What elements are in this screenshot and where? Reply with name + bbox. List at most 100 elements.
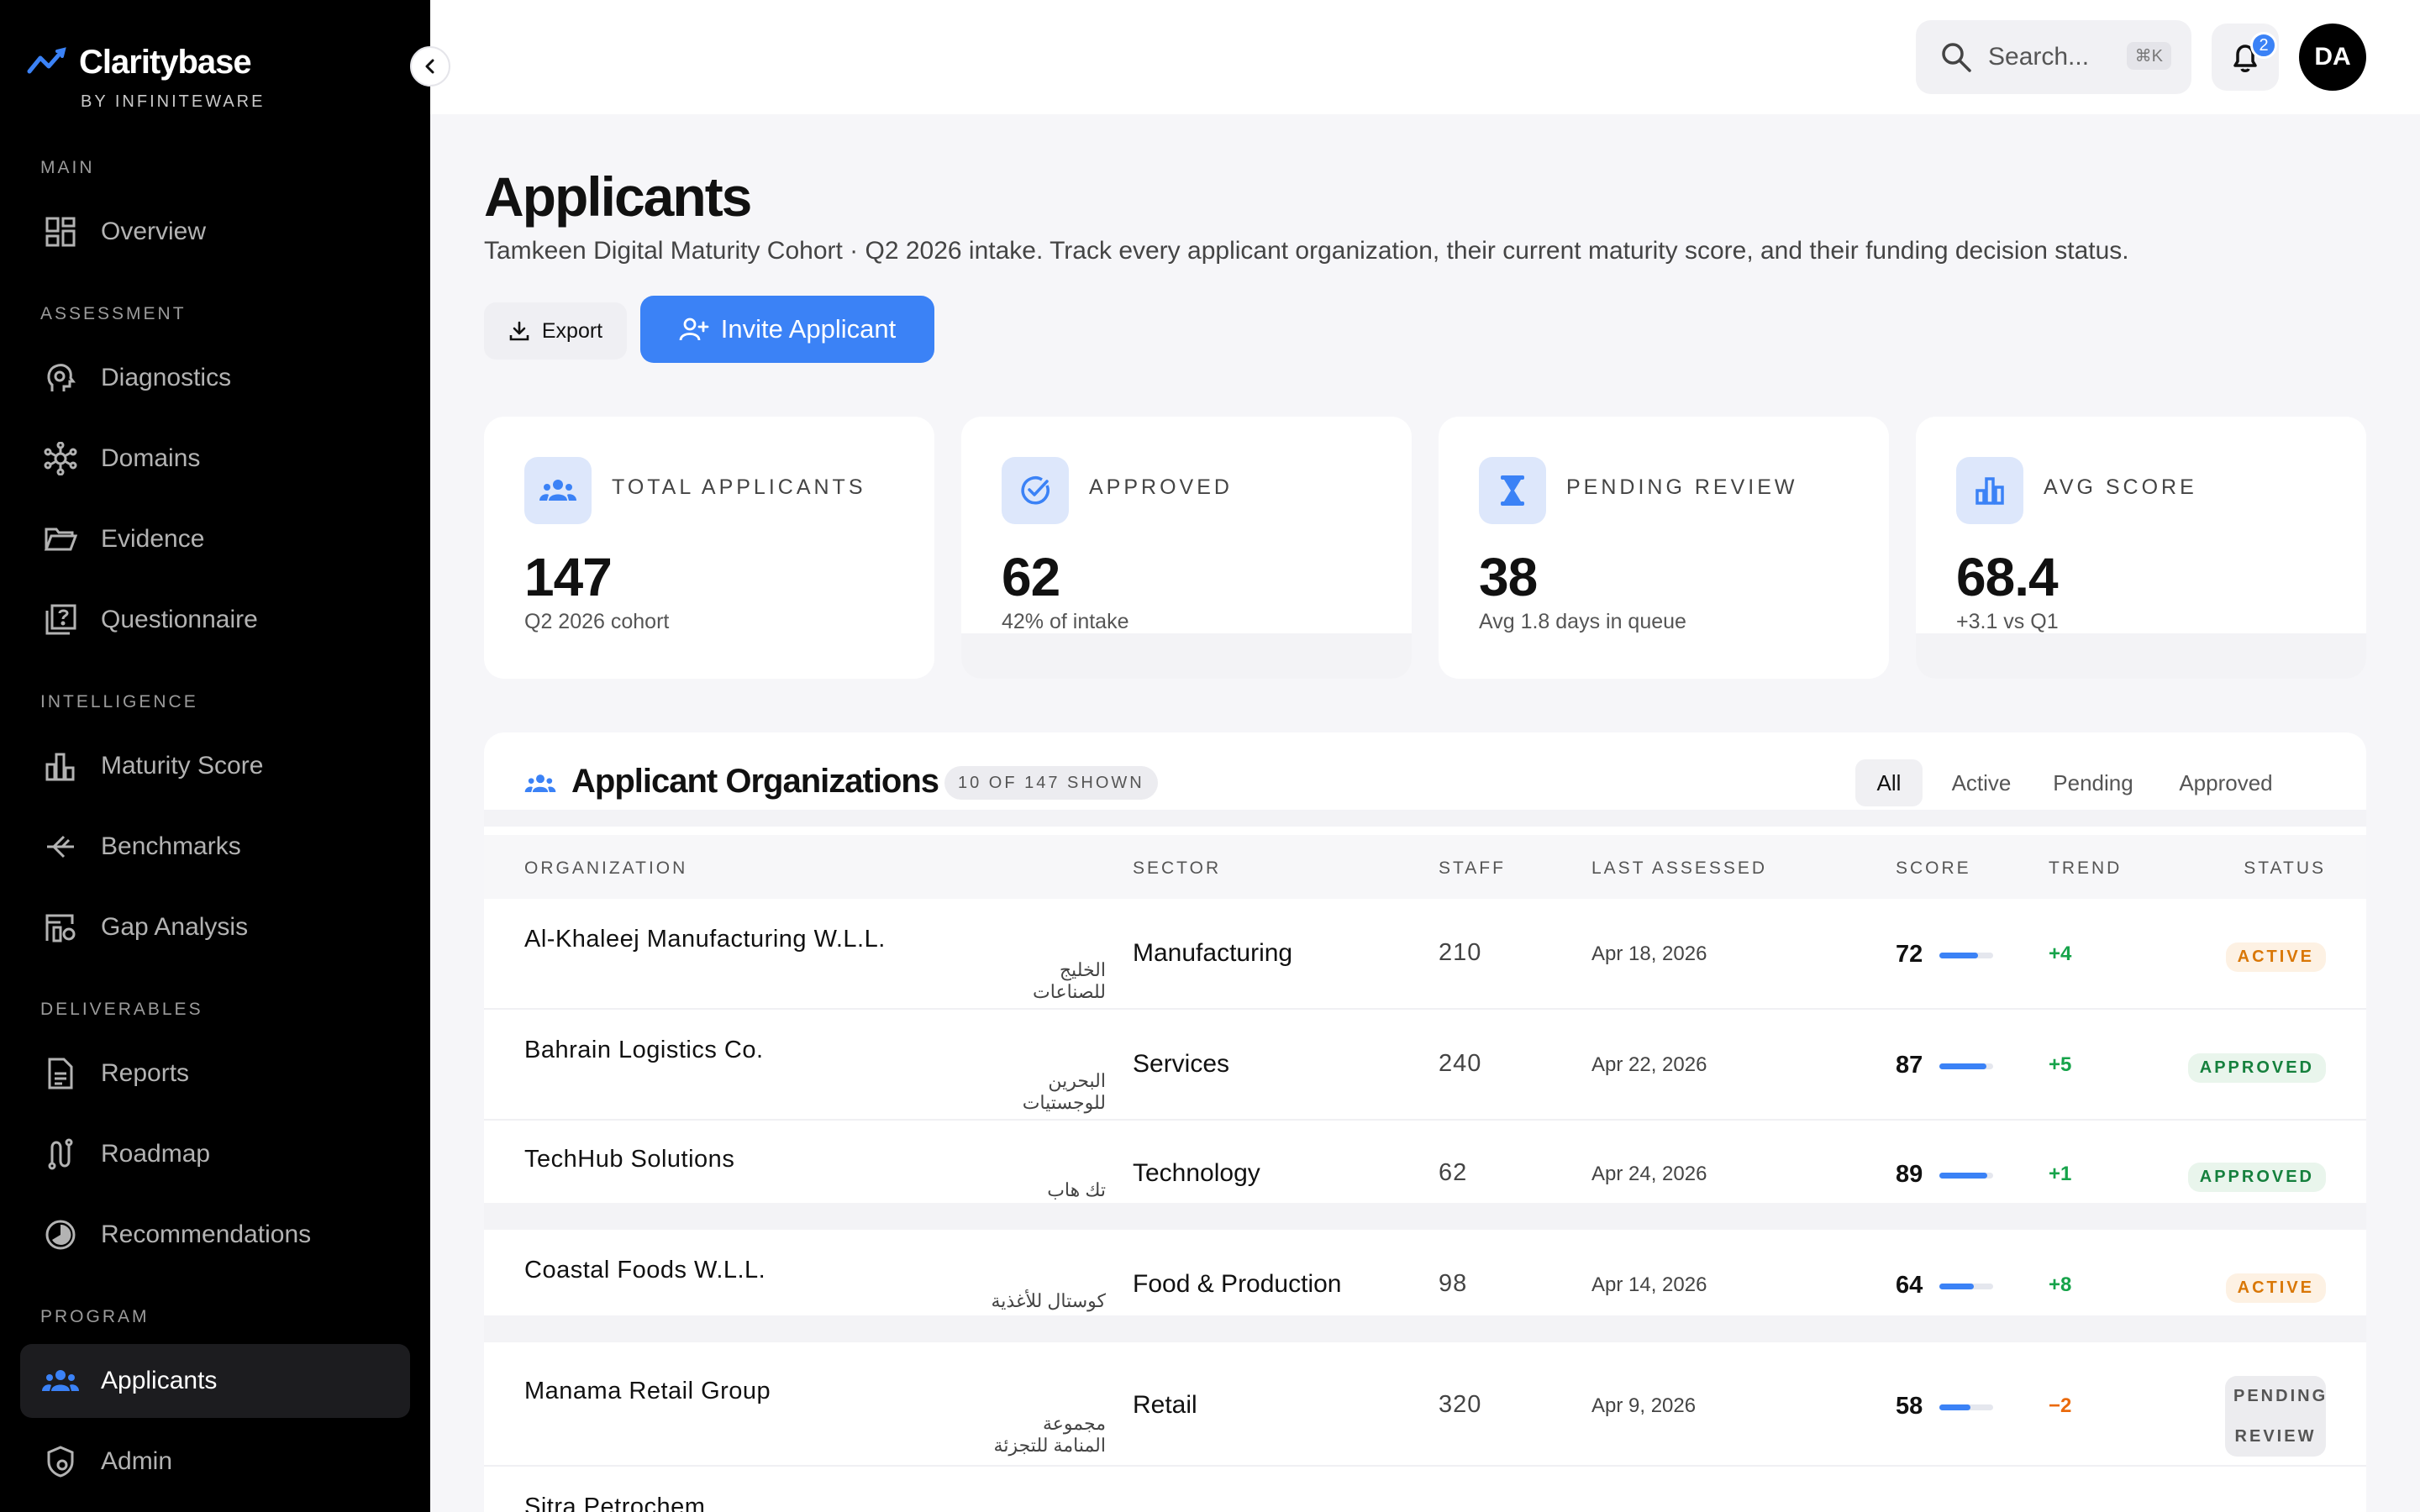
chevron-left-icon: [425, 59, 434, 74]
bar-chart-icon: [40, 746, 81, 786]
table-row[interactable]: Al-Khaleej Manufacturing W.L.L. الخليج ل…: [484, 900, 2366, 1010]
stat-card-approved: APPROVED 62 42% of intake: [961, 417, 1412, 679]
sidebar-item-domains[interactable]: Domains: [20, 422, 410, 496]
score-value: 87: [1896, 1052, 1923, 1079]
filter-tab-approved[interactable]: Approved: [2163, 759, 2289, 806]
section-label-assessment: ASSESSMENT: [40, 304, 187, 323]
download-icon: [509, 321, 529, 341]
sector: Technology: [1133, 1159, 1260, 1187]
export-button[interactable]: Export: [484, 302, 627, 360]
stat-value: 147: [524, 547, 613, 607]
filter-tab-all[interactable]: All: [1855, 759, 1923, 806]
staff-count: 240: [1439, 1050, 1482, 1077]
stat-card-total-applicants: TOTAL APPLICANTS 147 Q2 2026 cohort: [484, 417, 934, 679]
score-bar: [1939, 1404, 1993, 1410]
column-header-status[interactable]: STATUS: [2244, 858, 2326, 879]
trend-value: +4: [2049, 942, 2072, 965]
status-line: PENDING: [2233, 1387, 2328, 1405]
status-line: REVIEW: [2234, 1427, 2317, 1446]
sidebar-item-label: Roadmap: [101, 1140, 211, 1168]
org-name: Bahrain Logistics Co.: [524, 1037, 764, 1063]
sidebar-item-gap-analysis[interactable]: Gap Analysis: [20, 890, 410, 964]
diagnostics-icon: [40, 358, 81, 398]
sidebar-item-maturity-score[interactable]: Maturity Score: [20, 729, 410, 803]
notifications-button[interactable]: 2: [2212, 24, 2279, 91]
stat-subtext: Avg 1.8 days in queue: [1479, 610, 1686, 633]
grid-icon: [40, 212, 81, 252]
trend-value: −2: [2049, 1394, 2072, 1417]
invite-applicant-button[interactable]: Invite Applicant: [640, 296, 934, 363]
bar-chart-icon: [1956, 457, 2023, 524]
notification-badge: 2: [2250, 32, 2277, 59]
stat-subtext: +3.1 vs Q1: [1956, 610, 2059, 633]
filter-tab-pending[interactable]: Pending: [2040, 759, 2146, 806]
app-subtitle: BY INFINITEWARE: [81, 92, 266, 111]
route-icon: [40, 1134, 81, 1174]
stat-value: 68.4: [1956, 547, 2059, 607]
stat-value: 62: [1002, 547, 1060, 607]
sidebar-item-diagnostics[interactable]: Diagnostics: [20, 341, 410, 415]
trend-value: +1: [2049, 1163, 2072, 1185]
sidebar: Claritybase BY INFINITEWARE MAIN Overvie…: [0, 0, 430, 1512]
sidebar-item-benchmarks[interactable]: Benchmarks: [20, 810, 410, 884]
search-input[interactable]: Search... ⌘K: [1916, 20, 2191, 94]
column-header-score[interactable]: SCORE: [1896, 858, 1971, 879]
org-name-arabic: مجموعة المنامة للتجزئة: [993, 1413, 1106, 1456]
card-shade: [961, 633, 1412, 679]
last-assessed: Apr 9, 2026: [1591, 1394, 1697, 1417]
org-name-arabic: كوستال للأغذية: [991, 1290, 1106, 1311]
org-name: TechHub Solutions: [524, 1146, 735, 1173]
status-badge: ACTIVE: [2225, 1273, 2326, 1303]
page-title: Applicants: [484, 165, 752, 228]
column-header-trend[interactable]: TREND: [2049, 858, 2122, 879]
collapse-sidebar-button[interactable]: [410, 46, 450, 87]
score-bar: [1939, 1173, 1993, 1179]
table-title: Applicant Organizations: [571, 763, 939, 800]
column-header-staff[interactable]: STAFF: [1439, 858, 1506, 879]
invite-label: Invite Applicant: [720, 314, 897, 344]
table-row[interactable]: TechHub Solutions تك هاب Technology 62 A…: [484, 1121, 2366, 1230]
sidebar-item-label: Reports: [101, 1059, 190, 1087]
filter-tab-active[interactable]: Active: [1939, 759, 2023, 806]
sidebar-item-roadmap[interactable]: Roadmap: [20, 1117, 410, 1191]
score-bar: [1939, 953, 1993, 958]
sector: Food & Production: [1133, 1270, 1342, 1298]
table-row[interactable]: Bahrain Logistics Co. البحرين للوجستيات …: [484, 1011, 2366, 1121]
logo-icon: [27, 46, 66, 73]
sidebar-item-overview[interactable]: Overview: [20, 195, 410, 269]
org-name-arabic: تك هاب: [1047, 1179, 1106, 1200]
table-row[interactable]: Sitra Petrochem: [484, 1468, 2366, 1512]
sidebar-item-reports[interactable]: Reports: [20, 1037, 410, 1110]
gap-icon: [40, 907, 81, 948]
last-assessed: Apr 14, 2026: [1591, 1273, 1707, 1296]
sidebar-item-label: Maturity Score: [101, 752, 264, 780]
search-placeholder: Search...: [1988, 43, 2090, 71]
table-row[interactable]: Manama Retail Group مجموعة المنامة للتجز…: [484, 1344, 2366, 1467]
search-icon: [1942, 43, 1971, 72]
section-label-intelligence: INTELLIGENCE: [40, 692, 198, 711]
applicants-table-card: Applicant Organizations 10 OF 147 SHOWN …: [484, 732, 2366, 1512]
sidebar-item-label: Evidence: [101, 525, 205, 553]
check-circle-icon: [1002, 457, 1069, 524]
avatar[interactable]: DA: [2299, 24, 2366, 91]
column-header-sector[interactable]: SECTOR: [1133, 858, 1221, 879]
score-bar: [1939, 1284, 1993, 1289]
users-icon: [524, 457, 592, 524]
sidebar-item-recommendations[interactable]: Recommendations: [20, 1198, 410, 1272]
column-header-organization[interactable]: ORGANIZATION: [524, 858, 687, 879]
sidebar-item-evidence[interactable]: Evidence: [20, 502, 410, 576]
column-header-last-assessed[interactable]: LAST ASSESSED: [1591, 858, 1767, 879]
score-value: 64: [1896, 1272, 1923, 1299]
sidebar-item-label: Domains: [101, 444, 201, 472]
stat-label: AVG SCORE: [2044, 475, 2197, 499]
logo[interactable]: Claritybase: [27, 44, 252, 81]
org-name: Manama Retail Group: [524, 1378, 771, 1404]
sidebar-item-applicants[interactable]: Applicants: [20, 1344, 410, 1418]
sidebar-item-admin[interactable]: Admin: [20, 1425, 410, 1499]
org-name-arabic: البحرين للوجستيات: [1022, 1070, 1106, 1113]
table-row[interactable]: Coastal Foods W.L.L. كوستال للأغذية Food…: [484, 1231, 2366, 1342]
sidebar-item-questionnaire[interactable]: Questionnaire: [20, 583, 410, 657]
app-name: Claritybase: [79, 44, 252, 81]
status-badge: APPROVED: [2187, 1163, 2326, 1192]
sidebar-item-label: Admin: [101, 1447, 173, 1475]
